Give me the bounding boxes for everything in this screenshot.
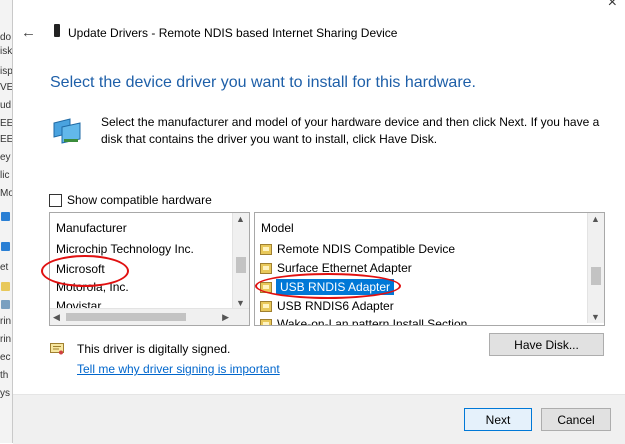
background-text: ey <box>0 152 11 163</box>
background-text: isk <box>0 46 12 57</box>
model-item-label: Surface Ethernet Adapter <box>277 261 412 275</box>
driver-file-icon <box>260 281 272 293</box>
model-list[interactable]: Model Remote NDIS Compatible Device Surf… <box>254 212 605 326</box>
driver-file-icon <box>260 300 272 312</box>
manufacturer-vertical-scrollbar[interactable]: ▲ ▼ <box>232 213 249 309</box>
scroll-down-icon[interactable]: ▼ <box>591 312 600 322</box>
have-disk-button[interactable]: Have Disk... <box>489 333 604 356</box>
signing-status: This driver is digitally signed. <box>77 342 231 356</box>
show-compatible-hardware[interactable]: Show compatible hardware <box>49 193 212 207</box>
next-button[interactable]: Next <box>464 408 532 431</box>
scroll-up-icon[interactable]: ▲ <box>236 214 245 224</box>
background-text: th <box>0 370 9 381</box>
background-text: isp <box>0 66 12 77</box>
background-icon <box>1 212 10 221</box>
scroll-thumb[interactable] <box>591 267 601 285</box>
background-text: Mo <box>0 188 12 199</box>
show-compatible-label: Show compatible hardware <box>67 193 212 207</box>
background-text: lic <box>0 170 10 181</box>
show-compatible-checkbox[interactable] <box>49 193 62 207</box>
driver-file-icon <box>260 243 272 255</box>
background-text: EE <box>0 118 12 129</box>
background-icon <box>1 300 10 309</box>
model-item-label: USB RNDIS Adapter <box>276 279 395 295</box>
manufacturer-header: Manufacturer <box>56 221 127 235</box>
list-item[interactable]: Wake-on-Lan pattern Install Section <box>260 317 468 326</box>
device-icon <box>54 24 60 37</box>
background-window-strip: do isk isp VE ud EE EE ey lic Mo et rin … <box>0 0 13 443</box>
list-item[interactable]: Surface Ethernet Adapter <box>260 261 412 275</box>
model-item-label: Wake-on-Lan pattern Install Section <box>277 317 468 326</box>
background-icon <box>1 282 10 291</box>
scroll-left-icon[interactable]: ◀ <box>53 312 60 323</box>
list-item[interactable]: Remote NDIS Compatible Device <box>260 242 455 256</box>
page-heading: Select the device driver you want to ins… <box>50 74 476 91</box>
driver-file-icon <box>260 318 272 325</box>
scroll-right-icon[interactable]: ▶ <box>222 312 229 323</box>
background-text: EE <box>0 134 12 145</box>
background-text: do <box>0 32 12 43</box>
model-header: Model <box>261 221 294 235</box>
window-title: Update Drivers - Remote NDIS based Inter… <box>68 26 398 40</box>
list-item[interactable]: Motorola, Inc. <box>56 280 129 294</box>
background-icon <box>1 242 10 251</box>
back-arrow-icon[interactable]: ← <box>21 24 36 41</box>
close-icon[interactable]: × <box>608 0 617 12</box>
background-text: ec <box>0 352 11 363</box>
model-item-label: USB RNDIS6 Adapter <box>277 299 394 313</box>
model-vertical-scrollbar[interactable]: ▲ ▼ <box>587 213 604 323</box>
background-text: ud <box>0 100 12 111</box>
driver-file-icon <box>260 262 272 274</box>
hardware-monitor-icon <box>53 118 81 144</box>
driver-signing-link[interactable]: Tell me why driver signing is important <box>77 362 280 376</box>
dialog-footer <box>13 394 625 444</box>
background-text: VE <box>0 82 12 93</box>
list-item[interactable]: USB RNDIS6 Adapter <box>260 299 394 313</box>
manufacturer-list[interactable]: Manufacturer Microchip Technology Inc. M… <box>49 212 250 326</box>
scroll-thumb[interactable] <box>66 313 186 321</box>
list-item[interactable]: Microchip Technology Inc. <box>56 242 194 256</box>
list-item[interactable]: Microsoft <box>56 262 105 276</box>
scroll-down-icon[interactable]: ▼ <box>236 298 245 308</box>
manufacturer-horizontal-scrollbar[interactable]: ◀ ▶ <box>50 308 249 325</box>
background-text: rin <box>0 334 12 345</box>
list-item-selected[interactable]: USB RNDIS Adapter <box>260 279 395 295</box>
model-item-label: Remote NDIS Compatible Device <box>277 242 456 256</box>
background-text: ys <box>0 388 10 399</box>
background-text: rin <box>0 316 12 327</box>
cancel-button[interactable]: Cancel <box>541 408 611 431</box>
update-drivers-dialog: × ← Update Drivers - Remote NDIS based I… <box>13 0 625 444</box>
scroll-up-icon[interactable]: ▲ <box>591 214 600 224</box>
scroll-thumb[interactable] <box>236 257 246 273</box>
certificate-icon <box>50 343 64 355</box>
background-text: et <box>0 262 9 273</box>
instructions-text: Select the manufacturer and model of you… <box>101 115 600 146</box>
